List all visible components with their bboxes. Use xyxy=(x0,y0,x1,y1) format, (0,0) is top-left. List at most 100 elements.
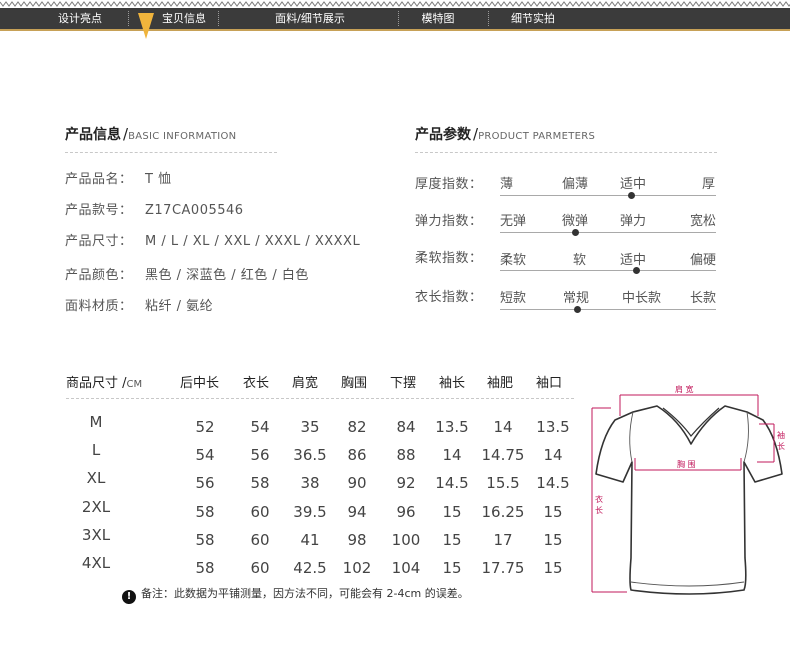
column-header-sleeve-width: 袖肥 xyxy=(487,376,514,391)
nav-accent-rule xyxy=(0,29,790,31)
size-label: 4XL xyxy=(81,554,111,572)
size-cell: 60 xyxy=(250,502,270,521)
param-label-length: 衣长指数： xyxy=(415,290,483,305)
size-cell: 15 xyxy=(543,559,563,577)
product-info-title-cn: 产品信息 xyxy=(65,127,121,143)
size-cell: 15.5 xyxy=(486,474,520,493)
column-header-back-length: 后中长 xyxy=(180,376,220,391)
size-cell: 104 xyxy=(391,559,421,577)
size-label: 3XL xyxy=(81,525,111,544)
info-key: 产品尺寸： xyxy=(65,234,133,249)
size-cell: 15 xyxy=(442,530,462,549)
size-cell: 58 xyxy=(250,474,270,493)
param-track xyxy=(500,195,716,196)
size-cell: 58 xyxy=(195,559,215,577)
size-label: XL xyxy=(86,469,106,488)
size-cell: 60 xyxy=(250,530,270,549)
nav-separator xyxy=(128,11,129,26)
nav-item-detail-shots[interactable]: 细节实拍 xyxy=(498,8,568,29)
param-option: 软 xyxy=(573,253,587,268)
size-cell: 54 xyxy=(250,418,270,436)
sleeve-measure-label: 袖 长 xyxy=(777,431,785,451)
param-option: 偏薄 xyxy=(562,177,589,192)
size-cell: 15 xyxy=(543,530,563,549)
shoulder-measure-label: 肩 宽 xyxy=(675,385,694,394)
info-value: M / L / XL / XXL / XXXL / XXXXL xyxy=(145,234,361,249)
param-track xyxy=(500,232,716,233)
param-track xyxy=(500,309,716,310)
nav-item-model-photos[interactable]: 模特图 xyxy=(408,8,468,29)
size-cell: 100 xyxy=(391,530,421,549)
column-header-garment-length: 衣长 xyxy=(243,376,270,391)
parameters-divider xyxy=(415,152,717,153)
param-option: 偏硬 xyxy=(690,253,717,268)
top-navigation: 设计亮点 宝贝信息 面料/细节展示 模特图 细节实拍 xyxy=(0,0,790,31)
product-info-divider xyxy=(65,152,277,153)
size-cell: 14 xyxy=(493,418,513,436)
size-cell: 14.5 xyxy=(536,474,570,493)
size-cell: 14 xyxy=(543,446,563,465)
column-header-sleeve-length: 袖长 xyxy=(439,376,466,391)
active-tab-pointer-icon xyxy=(138,13,154,39)
info-key: 产品颜色： xyxy=(65,268,133,283)
size-cell: 84 xyxy=(396,418,416,436)
param-option: 厚 xyxy=(702,177,716,192)
size-cell: 54 xyxy=(195,446,215,465)
size-cell: 17.75 xyxy=(481,559,525,577)
info-key: 产品款号： xyxy=(65,203,133,218)
param-option: 无弹 xyxy=(500,214,527,229)
size-cell: 14 xyxy=(442,446,462,465)
size-cell: 98 xyxy=(347,530,367,549)
param-option: 短款 xyxy=(500,291,527,306)
info-row-sizes: 产品尺寸： M / L / XL / XXL / XXXL / XXXXL xyxy=(65,230,360,249)
measurement-note: ! 备注：此数据为平铺测量，因方法不同，可能会有 2-4cm 的误差。 xyxy=(122,585,469,604)
info-key: 面料材质： xyxy=(65,299,133,314)
nav-item-design-highlights[interactable]: 设计亮点 xyxy=(42,8,118,29)
size-cell: 102 xyxy=(342,559,372,577)
param-label-thickness: 厚度指数： xyxy=(415,177,483,192)
size-cell: 94 xyxy=(347,502,367,521)
tshirt-measurement-diagram: 肩 宽 胸 围 衣 长 袖 长 xyxy=(587,378,790,618)
param-option: 适中 xyxy=(620,253,647,268)
param-level-marker xyxy=(574,306,582,313)
info-row-name: 产品品名： T 恤 xyxy=(65,168,172,187)
size-cell: 60 xyxy=(250,559,270,577)
param-level-marker xyxy=(632,267,640,274)
info-value: T 恤 xyxy=(145,172,172,187)
size-cell: 36.5 xyxy=(293,446,327,465)
size-cell: 15 xyxy=(442,559,462,577)
product-info-title: 产品信息/BASIC INFORMATION xyxy=(65,124,236,144)
param-level-marker xyxy=(628,192,636,199)
column-header-hem: 下摆 xyxy=(390,376,417,391)
zigzag-border-icon xyxy=(0,0,790,8)
param-option: 微弹 xyxy=(562,214,589,229)
info-value: Z17CA005546 xyxy=(145,203,244,218)
size-table-divider xyxy=(66,398,574,399)
nav-separator xyxy=(218,11,219,26)
size-cell: 56 xyxy=(250,446,270,465)
size-cell: 38 xyxy=(300,474,320,493)
param-label-elasticity: 弹力指数： xyxy=(415,214,483,229)
size-cell: 58 xyxy=(195,502,215,521)
note-text: 备注：此数据为平铺测量，因方法不同，可能会有 2-4cm 的误差。 xyxy=(141,587,469,600)
parameters-title: 产品参数/PRODUCT PARMETERS xyxy=(415,124,595,144)
size-cell: 88 xyxy=(396,446,416,465)
size-cell: 35 xyxy=(300,418,320,436)
size-cell: 52 xyxy=(195,418,215,436)
size-cell: 86 xyxy=(347,446,367,465)
size-cell: 14.75 xyxy=(481,446,525,465)
nav-separator xyxy=(398,11,399,26)
size-cell: 90 xyxy=(347,474,367,493)
param-track xyxy=(500,270,716,271)
nav-item-product-info[interactable]: 宝贝信息 xyxy=(146,8,222,29)
param-option: 常规 xyxy=(563,291,590,306)
nav-item-fabric-details[interactable]: 面料/细节展示 xyxy=(260,8,360,29)
size-cell: 58 xyxy=(195,530,215,549)
size-cell: 92 xyxy=(396,474,416,493)
column-header-chest: 胸围 xyxy=(341,376,368,391)
param-option: 弹力 xyxy=(620,214,647,229)
chest-measure-label: 胸 围 xyxy=(677,460,696,469)
size-cell: 56 xyxy=(195,474,215,493)
exclamation-icon: ! xyxy=(122,590,136,604)
size-header-unit: CM xyxy=(126,379,143,390)
